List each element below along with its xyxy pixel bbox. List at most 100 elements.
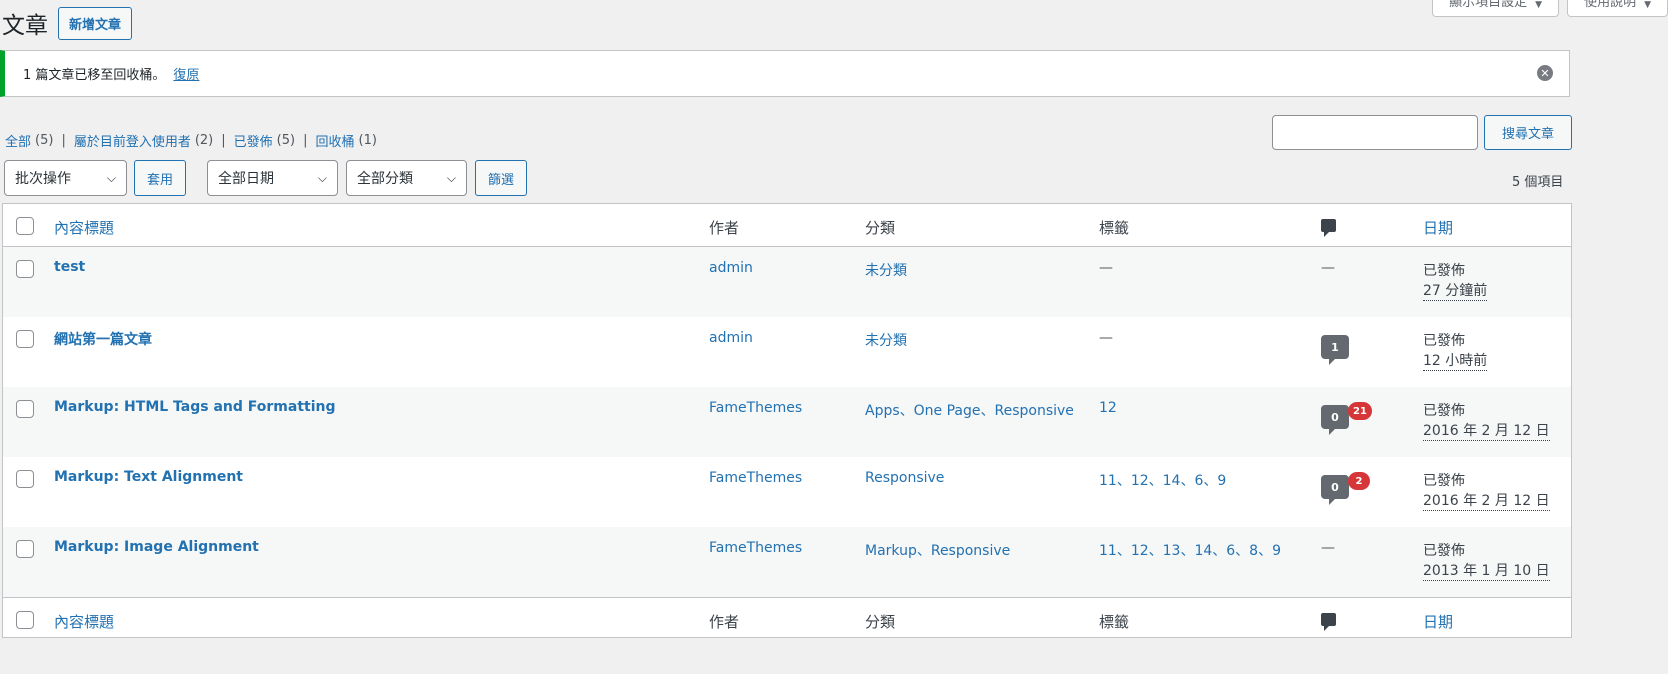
view-all-link[interactable]: 全部: [5, 131, 31, 150]
post-status: 已發佈: [1423, 473, 1465, 489]
post-title-link[interactable]: test: [54, 259, 85, 275]
post-categories[interactable]: Markup、Responsive: [865, 540, 1010, 560]
post-tags[interactable]: 11、12、14、6、9: [1099, 470, 1226, 490]
post-date: 已發佈 2013 年 1 月 10 日: [1423, 540, 1550, 581]
post-author-link[interactable]: admin: [709, 260, 753, 276]
table-row: 網站第一篇文章 admin 未分類 — 1 已發佈 12 小時前: [3, 317, 1571, 387]
separator: |: [61, 133, 66, 148]
post-title-link[interactable]: Markup: Text Alignment: [54, 469, 243, 485]
row-checkbox[interactable]: [16, 330, 34, 348]
post-status: 已發佈: [1423, 333, 1465, 349]
post-title-link[interactable]: Markup: HTML Tags and Formatting: [54, 399, 336, 415]
view-all-count: (5): [35, 133, 54, 148]
category-filter-select[interactable]: 全部分類 ⌵: [346, 160, 468, 196]
post-title-link[interactable]: Markup: Image Alignment: [54, 539, 259, 555]
filter-button[interactable]: 篩選: [475, 160, 528, 196]
column-author-footer: 作者: [709, 613, 740, 631]
select-all-checkbox[interactable]: [16, 217, 34, 235]
table-row: Markup: Text Alignment FameThemes Respon…: [3, 457, 1571, 527]
post-tags[interactable]: 11、12、13、14、6、8、9: [1099, 540, 1281, 560]
post-categories[interactable]: Responsive: [865, 470, 944, 486]
column-author-header: 作者: [709, 219, 740, 237]
screen-meta-tabs: 顯示項目設定 ▼ 使用說明 ▼: [1432, 0, 1668, 17]
column-comments-header[interactable]: [1321, 217, 1336, 237]
pending-comments-badge[interactable]: 21: [1348, 402, 1372, 420]
column-categories-footer: 分類: [865, 613, 896, 631]
column-date-header[interactable]: 日期: [1423, 217, 1453, 238]
post-tags[interactable]: 12: [1099, 400, 1117, 416]
screen-options-tab[interactable]: 顯示項目設定 ▼: [1432, 0, 1560, 17]
post-date: 已發佈 12 小時前: [1423, 330, 1488, 371]
dismiss-icon[interactable]: ✕: [1537, 65, 1553, 81]
post-status: 已發佈: [1423, 403, 1465, 419]
apply-button[interactable]: 套用: [134, 160, 187, 196]
post-author-link[interactable]: admin: [709, 330, 753, 346]
chevron-down-icon: ⌵: [446, 170, 457, 185]
approved-comments-badge[interactable]: 0 2: [1321, 472, 1370, 505]
search-box: 搜尋文章: [1272, 115, 1572, 150]
search-input[interactable]: [1272, 115, 1478, 150]
select-all-checkbox[interactable]: [16, 611, 34, 629]
column-title-footer[interactable]: 內容標題: [54, 611, 114, 632]
tablenav-filters: 批次操作 ⌵ 套用 全部日期 ⌵ 全部分類 ⌵ 篩選: [4, 160, 528, 196]
post-title-link[interactable]: 網站第一篇文章: [54, 329, 152, 349]
help-tab[interactable]: 使用說明 ▼: [1567, 0, 1668, 17]
chevron-down-icon: ⌵: [317, 170, 328, 185]
trash-notice: 1 篇文章已移至回收桶。 復原 ✕: [0, 50, 1570, 97]
screen-options-label: 顯示項目設定: [1449, 0, 1528, 10]
post-date-value: 2013 年 1 月 10 日: [1423, 563, 1550, 581]
post-comments: 1: [1321, 330, 1349, 365]
page-heading: 文章 新增文章: [0, 6, 133, 40]
post-comments: —: [1321, 260, 1335, 276]
post-author-link[interactable]: FameThemes: [709, 540, 802, 556]
bulk-action-select[interactable]: 批次操作 ⌵: [4, 160, 127, 196]
date-filter-value: 全部日期: [218, 171, 275, 187]
table-footer: 內容標題 作者 分類 標籤 日期: [3, 597, 1571, 637]
table-row: Markup: Image Alignment FameThemes Marku…: [3, 527, 1571, 597]
post-categories[interactable]: Apps、One Page、Responsive: [865, 400, 1074, 420]
separator: |: [303, 133, 308, 148]
table-header: 內容標題 作者 分類 標籤 日期: [3, 204, 1571, 247]
column-tags-header: 標籤: [1099, 219, 1130, 237]
search-posts-button[interactable]: 搜尋文章: [1484, 115, 1572, 150]
page-title: 文章: [2, 13, 48, 39]
row-checkbox[interactable]: [16, 540, 34, 558]
view-trash-count: (1): [358, 133, 377, 148]
pending-comments-badge[interactable]: 2: [1348, 472, 1370, 490]
column-date-footer[interactable]: 日期: [1423, 611, 1453, 632]
view-published-link[interactable]: 已發佈: [234, 131, 273, 150]
post-date: 已發佈 27 分鐘前: [1423, 260, 1488, 301]
undo-link[interactable]: 復原: [173, 64, 199, 83]
approved-comments-badge[interactable]: 0 21: [1321, 402, 1372, 435]
help-label: 使用說明: [1584, 0, 1637, 10]
column-comments-footer[interactable]: [1321, 611, 1336, 631]
posts-table: 內容標題 作者 分類 標籤 日期 test admin 未分類 — — 已發佈 …: [2, 203, 1572, 638]
column-tags-footer: 標籤: [1099, 613, 1130, 631]
row-checkbox[interactable]: [16, 400, 34, 418]
bulk-action-value: 批次操作: [15, 171, 71, 187]
post-tags: —: [1099, 330, 1113, 346]
date-filter-select[interactable]: 全部日期 ⌵: [207, 160, 339, 196]
approved-count: 0: [1331, 410, 1339, 424]
add-new-post-button[interactable]: 新增文章: [58, 6, 133, 40]
post-date-value: 12 小時前: [1423, 353, 1488, 371]
chevron-down-icon: ⌵: [106, 170, 116, 185]
table-row: test admin 未分類 — — 已發佈 27 分鐘前: [3, 247, 1571, 317]
caret-down-icon: ▼: [1644, 0, 1651, 10]
column-categories-header: 分類: [865, 219, 896, 237]
post-author-link[interactable]: FameThemes: [709, 470, 802, 486]
post-author-link[interactable]: FameThemes: [709, 400, 802, 416]
post-status: 已發佈: [1423, 263, 1465, 279]
post-comments: —: [1321, 540, 1335, 556]
post-categories[interactable]: 未分類: [865, 260, 907, 280]
row-checkbox[interactable]: [16, 260, 34, 278]
post-date: 已發佈 2016 年 2 月 12 日: [1423, 400, 1550, 441]
row-checkbox[interactable]: [16, 470, 34, 488]
column-title-header[interactable]: 內容標題: [54, 217, 114, 238]
notice-message: 1 篇文章已移至回收桶。: [23, 68, 166, 83]
approved-comments-badge[interactable]: 1: [1321, 335, 1349, 365]
approved-count: 0: [1331, 480, 1339, 494]
view-mine-link[interactable]: 屬於目前登入使用者: [74, 131, 191, 150]
post-categories[interactable]: 未分類: [865, 330, 907, 350]
view-trash-link[interactable]: 回收桶: [315, 131, 354, 150]
